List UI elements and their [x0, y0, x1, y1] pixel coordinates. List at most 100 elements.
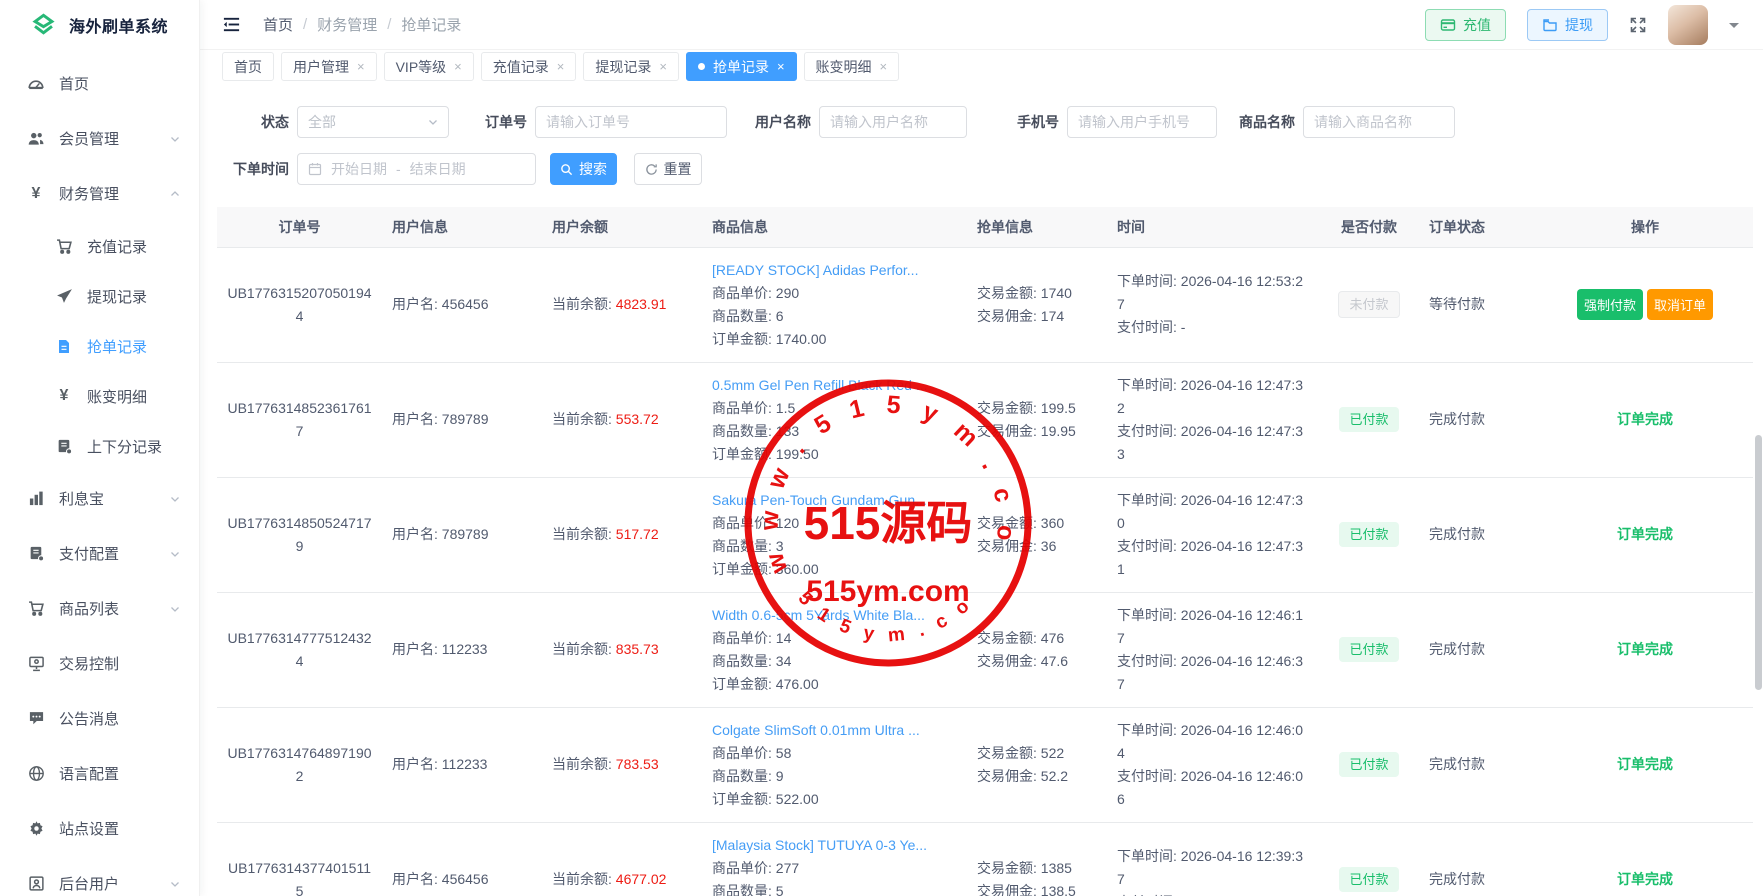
product-link[interactable]: Sakura Pen-Touch Gundam Gun...	[712, 489, 957, 512]
sidebar-item-payment-config[interactable]: 支付配置	[0, 526, 199, 581]
sidebar-item-balance-changes[interactable]: ¥账变明细	[0, 371, 199, 421]
table-row: UB17763143774015115 用户名: 456456 当前余额: 46…	[217, 822, 1753, 896]
fullscreen-icon[interactable]	[1629, 16, 1647, 34]
pay-status-badge: 已付款	[1339, 867, 1398, 893]
balance-value: 553.72	[616, 411, 659, 427]
filter-row-1: 状态 全部 订单号 用户名称 手机号 商品名称	[200, 106, 1763, 138]
tab-label: 抢单记录	[713, 57, 769, 77]
balance-value: 4677.02	[616, 871, 667, 887]
column-header-7: 订单状态	[1419, 207, 1537, 247]
actions-cell: 订单完成	[1537, 822, 1753, 896]
admin-icon	[26, 875, 46, 892]
tab-close-icon[interactable]: ×	[659, 60, 667, 73]
sidebar-toggle-icon[interactable]	[222, 15, 241, 34]
sidebar-item-label: 财务管理	[59, 183, 119, 204]
sidebar-item-finance[interactable]: ¥ 财务管理	[0, 166, 199, 221]
tab-0[interactable]: 首页	[222, 52, 274, 81]
withdraw-button[interactable]: 提现	[1527, 9, 1608, 41]
sidebar-item-announcements[interactable]: 公告消息	[0, 691, 199, 746]
active-tab-dot	[698, 63, 705, 70]
order-status-text: 完成付款	[1429, 526, 1485, 542]
quantity-line: 商品数量: 5	[712, 880, 957, 896]
tab-4[interactable]: 提现记录 ×	[583, 52, 679, 81]
sidebar-item-site-settings[interactable]: 站点设置	[0, 801, 199, 856]
scrollbar-thumb[interactable]	[1755, 435, 1762, 690]
status-select[interactable]: 全部	[297, 106, 449, 138]
tab-label: 账变明细	[816, 57, 872, 77]
product-link[interactable]: 0.5mm Gel Pen Refill Black Red ...	[712, 374, 957, 397]
avatar[interactable]	[1668, 5, 1708, 45]
tab-1[interactable]: 用户管理 ×	[281, 52, 377, 81]
balance-field-label: 当前余额:	[552, 526, 616, 542]
username-input[interactable]	[819, 106, 967, 138]
tab-6[interactable]: 账变明细 ×	[804, 52, 900, 81]
tab-close-icon[interactable]: ×	[357, 60, 365, 73]
product-link[interactable]: [READY STOCK] Adidas Perfor...	[712, 259, 957, 282]
yen-icon: ¥	[26, 186, 46, 202]
order-complete-text: 订单完成	[1617, 871, 1673, 887]
table-row: UB17763148505247179 用户名: 789789 当前余额: 51…	[217, 477, 1753, 592]
tab-3[interactable]: 充值记录×	[481, 52, 577, 81]
column-header-8: 操作	[1537, 207, 1753, 247]
user-menu-caret-icon[interactable]	[1729, 23, 1739, 33]
force-pay-button[interactable]: 强制付款	[1577, 289, 1643, 320]
phone-input[interactable]	[1067, 106, 1217, 138]
username-value: 789789	[442, 411, 489, 427]
balance-field-label: 当前余额:	[552, 411, 616, 427]
tab-label: 提现记录	[595, 57, 651, 77]
status-label: 状态	[200, 112, 289, 132]
recharge-button[interactable]: 充值	[1425, 9, 1506, 41]
breadcrumb-home[interactable]: 首页	[263, 14, 293, 35]
reset-button[interactable]: 重置	[634, 153, 702, 185]
product-name-input[interactable]	[1303, 106, 1455, 138]
commission-line: 交易佣金: 138.5	[977, 880, 1097, 896]
tab-2[interactable]: VIP等级×	[384, 52, 474, 81]
trade-amount-line: 交易金额: 360	[977, 512, 1097, 535]
balance-field-label: 当前余额:	[552, 871, 616, 887]
breadcrumb-finance[interactable]: 财务管理	[317, 14, 377, 35]
sidebar: 海外刷单系统 首页会员管理 ¥ 财务管理充值记录提现记录抢单记录 ¥账变明细上下分记录…	[0, 0, 200, 896]
quantity-line: 商品数量: 9	[712, 765, 957, 788]
order-no-label: 订单号	[485, 112, 527, 132]
sidebar-item-grab-records[interactable]: 抢单记录	[0, 321, 199, 371]
username-field-label: 用户名:	[392, 296, 442, 312]
sidebar-item-recharge-records[interactable]: 充值记录	[0, 221, 199, 271]
sidebar-item-members[interactable]: 会员管理	[0, 111, 199, 166]
cart-icon	[54, 238, 74, 255]
tab-5[interactable]: 抢单记录 ×	[686, 52, 797, 81]
gear-icon	[26, 820, 46, 837]
order-time-line: 下单时间: 2026-04-16 12:46:17	[1117, 604, 1309, 650]
product-link[interactable]: Colgate SlimSoft 0.01mm Ultra ...	[712, 719, 957, 742]
tab-label: 用户管理	[293, 57, 349, 77]
orders-tbody: UB17763152070501944 用户名: 456456 当前余额: 48…	[217, 247, 1753, 896]
sidebar-item-trade-control[interactable]: 交易控制	[0, 636, 199, 691]
quantity-line: 商品数量: 34	[712, 650, 957, 673]
search-button[interactable]: 搜索	[550, 153, 617, 185]
sidebar-item-label: 账变明细	[87, 386, 147, 407]
actions-cell: 订单完成	[1537, 477, 1753, 592]
sidebar-item-admin-users[interactable]: 后台用户	[0, 856, 199, 896]
sidebar-item-label: 抢单记录	[87, 336, 147, 357]
cancel-order-button[interactable]: 取消订单	[1647, 289, 1713, 320]
sidebar-item-language-config[interactable]: 语言配置	[0, 746, 199, 801]
sidebar-item-home[interactable]: 首页	[0, 56, 199, 111]
order-no-input[interactable]	[535, 106, 727, 138]
username-field-label: 用户名:	[392, 411, 442, 427]
tab-close-icon[interactable]: ×	[557, 60, 565, 73]
order-time-line: 下单时间: 2026-04-16 12:47:32	[1117, 374, 1309, 420]
app-title: 海外刷单系统	[69, 13, 168, 37]
sidebar-item-updown-records[interactable]: 上下分记录	[0, 421, 199, 471]
tab-close-icon[interactable]: ×	[454, 60, 462, 73]
sidebar-item-product-list[interactable]: 商品列表	[0, 581, 199, 636]
tab-close-icon[interactable]: ×	[880, 60, 888, 73]
sidebar-item-withdraw-records[interactable]: 提现记录	[0, 271, 199, 321]
actions-cell: 订单完成	[1537, 592, 1753, 707]
tab-close-icon[interactable]: ×	[777, 60, 785, 73]
sidebar-menu: 首页会员管理 ¥ 财务管理充值记录提现记录抢单记录 ¥账变明细上下分记录利息宝支付配置…	[0, 50, 199, 896]
date-range-input[interactable]: 开始日期 - 结束日期	[297, 153, 536, 185]
product-link[interactable]: [Malaysia Stock] TUTUYA 0-3 Ye...	[712, 834, 957, 857]
sidebar-item-label: 充值记录	[87, 236, 147, 257]
pay-time-line: 支付时间: 2026-04-16 12:46:06	[1117, 765, 1309, 811]
product-link[interactable]: Width 0.6-5cm 5Yards White Bla...	[712, 604, 957, 627]
sidebar-item-interest[interactable]: 利息宝	[0, 471, 199, 526]
